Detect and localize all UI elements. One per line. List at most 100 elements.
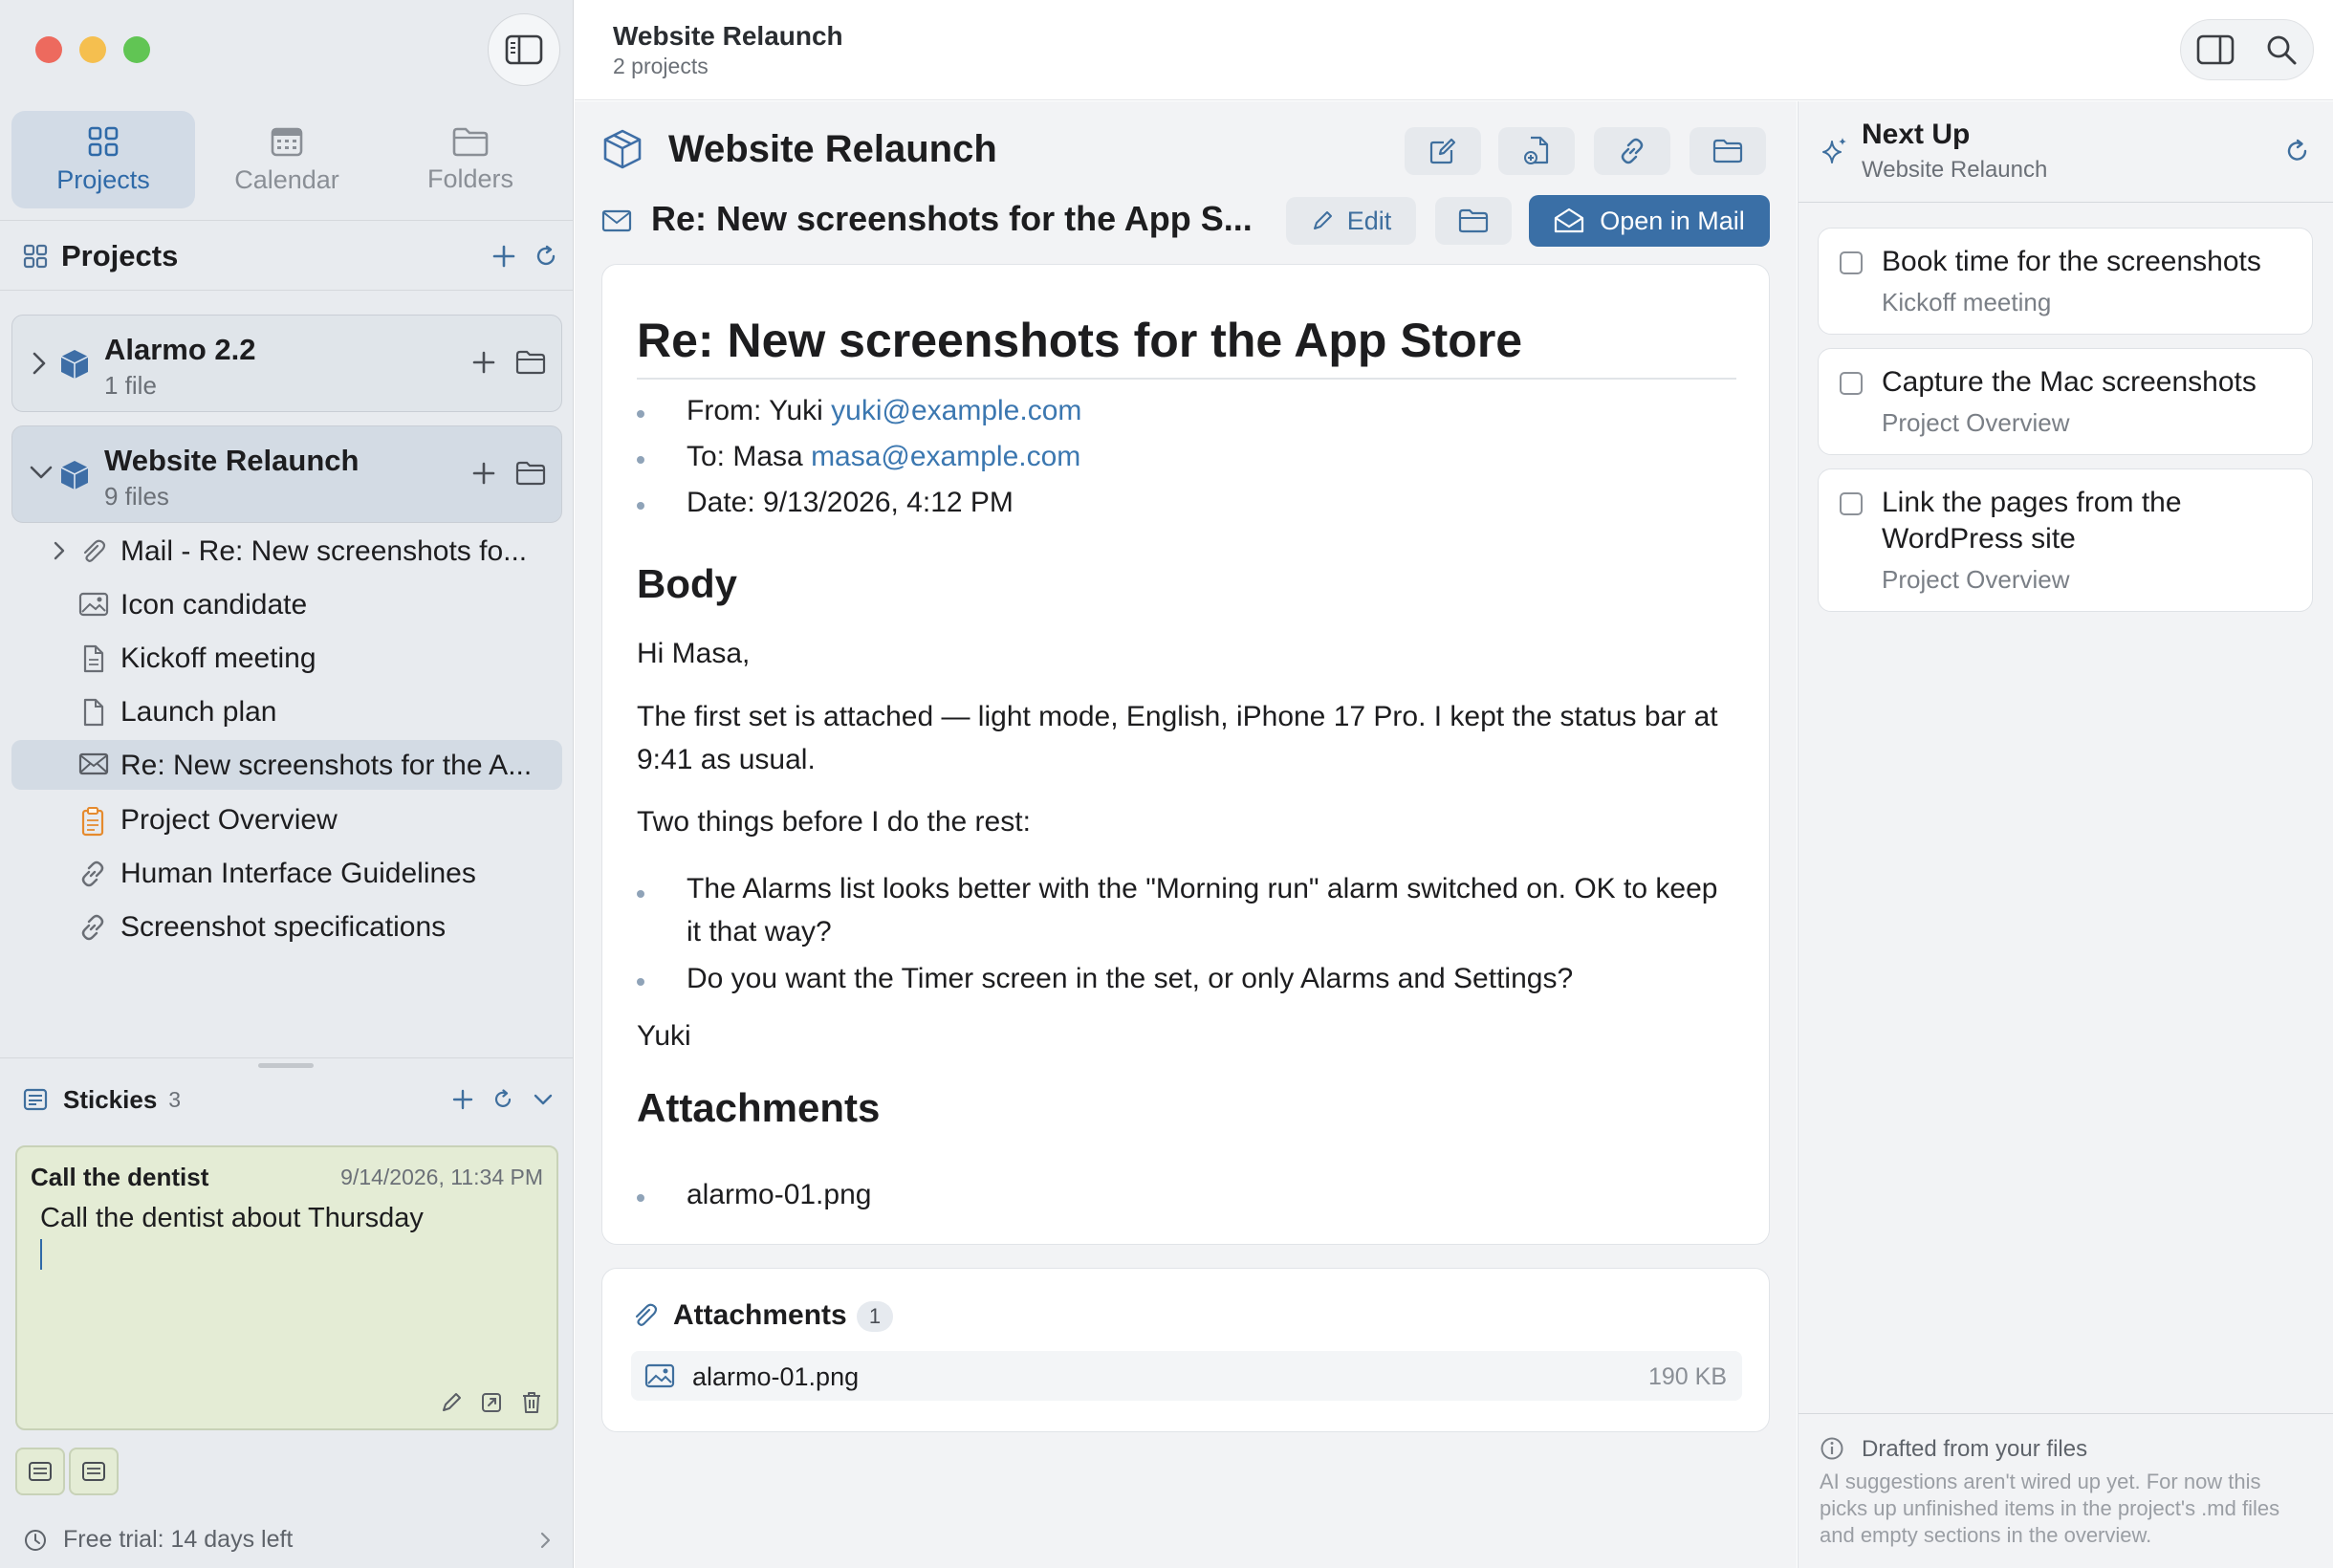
- compose-icon: [1429, 138, 1456, 164]
- file-row-mail-selected[interactable]: Re: New screenshots for the A...: [11, 740, 562, 790]
- file-row-kickoff-meeting[interactable]: Kickoff meeting: [11, 633, 562, 683]
- sticky-body[interactable]: Call the dentist about Thursday: [40, 1203, 424, 1234]
- file-label: Project Overview: [120, 804, 338, 836]
- folder-icon[interactable]: [515, 350, 546, 375]
- date-text: Date: 9/13/2026, 4:12 PM: [687, 487, 1014, 518]
- chevron-down-icon[interactable]: [532, 1088, 555, 1111]
- task-card[interactable]: Link the pages from the WordPress site P…: [1818, 468, 2313, 612]
- tab-label: Calendar: [234, 164, 339, 194]
- greeting: Hi Masa,: [637, 638, 751, 669]
- task-checkbox[interactable]: [1840, 492, 1863, 515]
- folder-icon: [452, 127, 489, 156]
- chevron-down-icon[interactable]: [28, 461, 55, 484]
- task-checkbox[interactable]: [1840, 372, 1863, 395]
- bullet-text: Do you want the Timer screen in the set,…: [687, 963, 1574, 994]
- file-row-launch-plan[interactable]: Launch plan: [11, 686, 562, 736]
- folder-icon: [1712, 139, 1743, 163]
- refresh-icon[interactable]: [2284, 138, 2311, 164]
- trash-icon[interactable]: [520, 1390, 543, 1415]
- plus-icon[interactable]: [491, 244, 516, 269]
- tab-calendar[interactable]: Calendar: [195, 111, 379, 208]
- refresh-icon[interactable]: [491, 1088, 514, 1111]
- zoom-window-button[interactable]: [123, 36, 150, 63]
- plus-icon[interactable]: [451, 1088, 474, 1111]
- project-name: Alarmo 2.2: [104, 333, 256, 366]
- sticky-thumbnail-1[interactable]: [15, 1448, 65, 1495]
- image-icon: [78, 592, 109, 617]
- file-row-project-overview[interactable]: Project Overview: [11, 795, 562, 844]
- inspector-toggle-icon[interactable]: [2196, 34, 2235, 65]
- document-title: Re: New screenshots for the App S...: [651, 199, 1253, 238]
- cube-icon: [60, 350, 89, 379]
- document-icon: [83, 644, 104, 673]
- to-label: To: Masa: [687, 441, 803, 472]
- project-row-alarmo[interactable]: Alarmo 2.2 1 file: [11, 315, 562, 412]
- new-file-button[interactable]: [1498, 127, 1575, 175]
- tab-folders[interactable]: Folders: [379, 111, 562, 208]
- document-icon: [83, 698, 104, 727]
- folder-icon: [1458, 208, 1489, 233]
- body-heading: Body: [637, 561, 737, 606]
- minimize-window-button[interactable]: [79, 36, 106, 63]
- search-icon[interactable]: [2265, 33, 2298, 66]
- file-row-screenshot-specs[interactable]: Screenshot specifications: [11, 902, 562, 951]
- attachment-name: alarmo-01.png: [692, 1362, 860, 1391]
- attachment-row[interactable]: alarmo-01.png 190 KB: [631, 1351, 1742, 1401]
- sticky-note[interactable]: Call the dentist 9/14/2026, 11:34 PM Cal…: [15, 1145, 558, 1430]
- close-window-button[interactable]: [35, 36, 62, 63]
- sidebar: Projects Calendar Folders Projects Alarm…: [0, 0, 574, 1568]
- tab-projects[interactable]: Projects: [11, 111, 195, 208]
- link-icon: [81, 914, 104, 941]
- image-icon: [644, 1363, 675, 1388]
- task-card[interactable]: Book time for the screenshots Kickoff me…: [1818, 228, 2313, 335]
- to-email-link[interactable]: masa@example.com: [811, 441, 1080, 472]
- plus-icon[interactable]: [471, 461, 496, 486]
- task-title: Capture the Mac screenshots: [1882, 366, 2257, 398]
- note-icon: [82, 1462, 105, 1481]
- file-label: Mail - Re: New screenshots fo...: [120, 535, 528, 567]
- clock-icon: [25, 1529, 46, 1551]
- file-row-icon-candidate[interactable]: Icon candidate: [11, 579, 562, 629]
- open-external-icon[interactable]: [480, 1391, 503, 1414]
- edit-button[interactable]: Edit: [1286, 197, 1416, 245]
- signoff: Yuki: [637, 1020, 691, 1052]
- envelope-icon: [601, 209, 632, 232]
- new-note-button[interactable]: [1405, 127, 1481, 175]
- heading-rule: [637, 378, 1736, 380]
- attachments-title: Attachments: [673, 1299, 847, 1331]
- open-in-mail-button[interactable]: Open in Mail: [1529, 195, 1770, 247]
- next-up-panel: Next Up Website Relaunch Book time for t…: [1798, 101, 2333, 1568]
- task-checkbox[interactable]: [1840, 251, 1863, 274]
- toolbar-button-group: [2180, 19, 2314, 80]
- project-row-website-relaunch[interactable]: Website Relaunch 9 files: [11, 425, 562, 523]
- reveal-folder-button[interactable]: [1690, 127, 1766, 175]
- project-file-count: 1 file: [104, 371, 157, 400]
- file-label: Icon candidate: [120, 589, 308, 621]
- cube-icon: [60, 461, 89, 490]
- folder-icon[interactable]: [515, 461, 546, 486]
- chevron-right-icon[interactable]: [28, 350, 51, 377]
- refresh-icon[interactable]: [534, 244, 558, 269]
- plus-icon[interactable]: [471, 350, 496, 375]
- sticky-thumbnail-2[interactable]: [69, 1448, 119, 1495]
- bullet-text: The Alarms list looks better with the "M…: [687, 873, 1718, 947]
- divider: [1799, 202, 2333, 203]
- edit-label: Edit: [1346, 206, 1392, 235]
- sidebar-toggle-button[interactable]: [488, 13, 560, 86]
- attachment-size: 190 KB: [1647, 1363, 1727, 1390]
- pencil-icon[interactable]: [440, 1391, 463, 1414]
- file-label: Screenshot specifications: [120, 911, 447, 943]
- info-icon: [1821, 1437, 1843, 1460]
- paperclip-icon: [83, 539, 106, 562]
- projects-section-header: Projects: [23, 237, 558, 275]
- resize-handle[interactable]: [258, 1063, 314, 1068]
- from-email-link[interactable]: yuki@example.com: [831, 395, 1081, 426]
- add-link-button[interactable]: [1594, 127, 1670, 175]
- task-card[interactable]: Capture the Mac screenshots Project Over…: [1818, 348, 2313, 455]
- chevron-right-icon[interactable]: [50, 539, 69, 562]
- file-row-mail[interactable]: Mail - Re: New screenshots fo...: [11, 526, 562, 576]
- attachments-heading: Attachments: [637, 1085, 881, 1130]
- trial-status[interactable]: Free trial: 14 days left: [23, 1526, 555, 1554]
- file-row-hig[interactable]: Human Interface Guidelines: [11, 848, 562, 898]
- show-in-folder-button[interactable]: [1435, 197, 1512, 245]
